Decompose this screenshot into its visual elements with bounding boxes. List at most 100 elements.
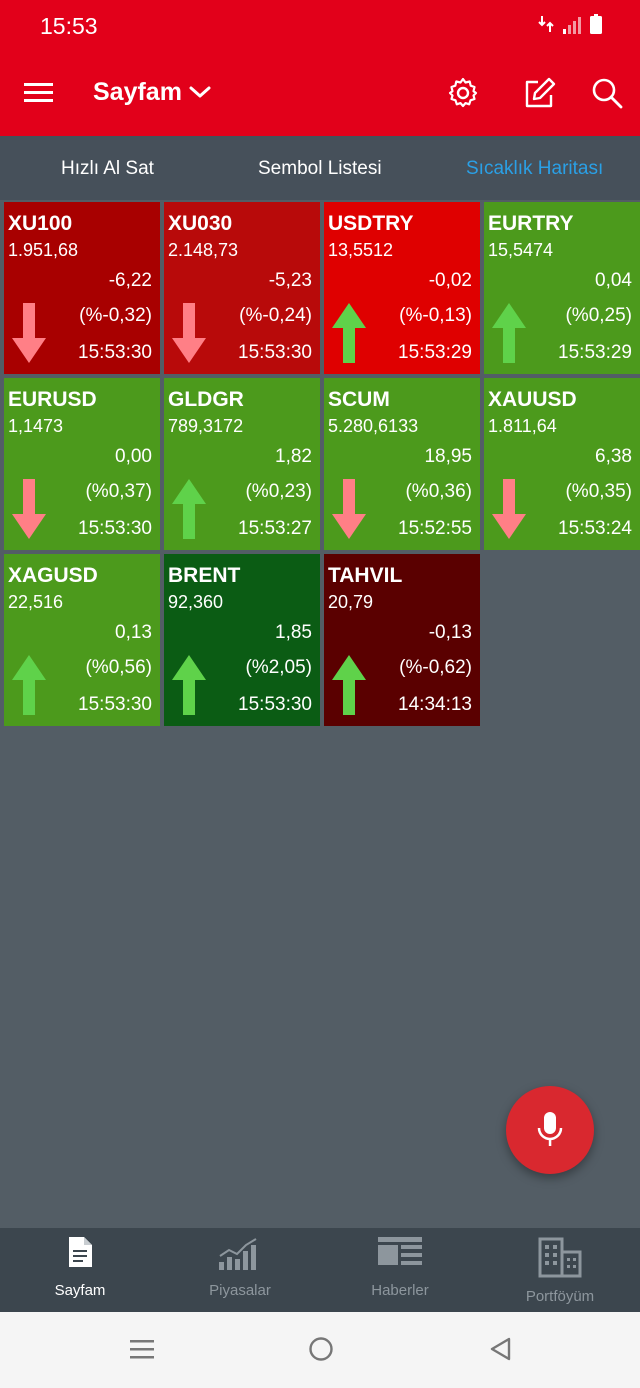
tile-symbol: GLDGR xyxy=(168,388,244,411)
tile-time: 15:53:30 xyxy=(238,694,312,715)
menu-button[interactable] xyxy=(24,80,54,106)
tile-percent: (%0,36) xyxy=(405,481,472,502)
tile-eurtry[interactable]: EURTRY 15,5474 0,04 (%0,25) 15:53:29 xyxy=(484,202,640,374)
tile-symbol: TAHVIL xyxy=(328,564,403,587)
chevron-down-icon[interactable] xyxy=(188,80,212,104)
tile-symbol: BRENT xyxy=(168,564,241,587)
tile-percent: (%0,35) xyxy=(565,481,632,502)
microphone-icon xyxy=(537,1112,563,1146)
arrow-up-icon xyxy=(12,655,46,715)
nav-label: Portföyüm xyxy=(525,1288,595,1305)
back-icon[interactable] xyxy=(488,1336,514,1362)
news-icon xyxy=(378,1237,422,1265)
tile-price: 5.280,6133 xyxy=(328,416,419,436)
tile-xu030[interactable]: XU030 2.148,73 -5,23 (%-0,24) 15:53:30 xyxy=(164,202,320,374)
tile-change: -0,13 xyxy=(428,622,472,643)
tile-price: 1.951,68 xyxy=(8,240,79,260)
bottom-nav: Sayfam Piyasalar Haberler Portföyüm xyxy=(0,1228,640,1312)
arrow-down-icon xyxy=(172,303,206,363)
recent-apps-icon[interactable] xyxy=(129,1336,155,1362)
edit-icon[interactable] xyxy=(522,76,556,110)
tile-symbol: EURUSD xyxy=(8,388,97,411)
tile-percent: (%0,37) xyxy=(85,481,152,502)
status-time: 15:53 xyxy=(40,13,98,39)
nav-portfoyum[interactable]: Portföyüm xyxy=(480,1228,640,1312)
tile-change: 0,04 xyxy=(595,270,632,291)
tile-xauusd[interactable]: XAUUSD 1.811,64 6,38 (%0,35) 15:53:24 xyxy=(484,378,640,550)
tile-symbol: XU100 xyxy=(8,212,73,235)
nav-label: Piyasalar xyxy=(209,1282,271,1299)
tile-price: 92,360 xyxy=(168,592,224,612)
tab-sembol-listesi[interactable]: Sembol Listesi xyxy=(258,158,382,180)
tile-price: 789,3172 xyxy=(168,416,244,436)
tile-percent: (%-0,32) xyxy=(79,305,152,326)
tile-time: 15:53:24 xyxy=(558,518,632,539)
tile-percent: (%-0,13) xyxy=(399,305,472,326)
nav-haberler[interactable]: Haberler xyxy=(320,1228,480,1312)
tile-percent: (%0,23) xyxy=(245,481,312,502)
tile-time: 15:53:27 xyxy=(238,518,312,539)
tile-time: 15:53:30 xyxy=(78,694,152,715)
tile-symbol: XAUUSD xyxy=(488,388,577,411)
tile-xu100[interactable]: XU100 1.951,68 -6,22 (%-0,32) 15:53:30 xyxy=(4,202,160,374)
tile-change: 1,82 xyxy=(275,446,312,467)
tile-price: 20,79 xyxy=(328,592,374,612)
tile-xagusd[interactable]: XAGUSD 22,516 0,13 (%0,56) 15:53:30 xyxy=(4,554,160,726)
tile-symbol: XU030 xyxy=(168,212,233,235)
nav-piyasalar[interactable]: Piyasalar xyxy=(160,1228,320,1312)
nav-sayfam[interactable]: Sayfam xyxy=(0,1228,160,1312)
tile-symbol: SCUM xyxy=(328,388,390,411)
arrow-up-icon xyxy=(332,655,366,715)
tab-bar: Hızlı Al Sat Sembol Listesi Sıcaklık Har… xyxy=(0,136,640,200)
tile-time: 15:53:29 xyxy=(558,342,632,363)
tile-time: 15:53:30 xyxy=(78,518,152,539)
tile-percent: (%0,25) xyxy=(565,305,632,326)
tile-symbol: EURTRY xyxy=(488,212,574,235)
page-title[interactable]: Sayfam xyxy=(93,78,182,107)
tab-sicaklik-haritasi[interactable]: Sıcaklık Haritası xyxy=(466,158,603,180)
data-transfer-icon xyxy=(538,16,554,32)
tile-gldgr[interactable]: GLDGR 789,3172 1,82 (%0,23) 15:53:27 xyxy=(164,378,320,550)
system-nav-bar xyxy=(0,1312,640,1388)
tile-price: 15,5474 xyxy=(488,240,554,260)
nav-label: Sayfam xyxy=(54,1282,106,1299)
tile-percent: (%0,56) xyxy=(85,657,152,678)
arrow-up-icon xyxy=(172,479,206,539)
tile-change: 0,13 xyxy=(115,622,152,643)
tile-time: 15:53:30 xyxy=(238,342,312,363)
battery-icon xyxy=(590,14,602,34)
tab-hizli-al-sat[interactable]: Hızlı Al Sat xyxy=(61,158,154,180)
tile-time: 15:53:29 xyxy=(398,342,472,363)
search-icon[interactable] xyxy=(590,76,624,110)
tile-scum[interactable]: SCUM 5.280,6133 18,95 (%0,36) 15:52:55 xyxy=(324,378,480,550)
home-icon[interactable] xyxy=(308,1336,334,1362)
document-icon xyxy=(69,1237,92,1267)
arrow-up-icon xyxy=(492,303,526,363)
arrow-down-icon xyxy=(12,479,46,539)
signal-icon xyxy=(563,17,581,34)
tile-symbol: USDTRY xyxy=(328,212,414,235)
tile-percent: (%-0,24) xyxy=(239,305,312,326)
voice-button[interactable] xyxy=(506,1086,594,1174)
tile-change: 1,85 xyxy=(275,622,312,643)
tile-price: 2.148,73 xyxy=(168,240,239,260)
arrow-up-icon xyxy=(172,655,206,715)
hamburger-icon xyxy=(24,83,53,102)
tile-change: -0,02 xyxy=(428,270,472,291)
chart-icon xyxy=(219,1238,257,1270)
gear-icon[interactable] xyxy=(446,76,480,110)
tile-eurusd[interactable]: EURUSD 1,1473 0,00 (%0,37) 15:53:30 xyxy=(4,378,160,550)
tile-percent: (%-0,62) xyxy=(399,657,472,678)
tile-change: 18,95 xyxy=(424,446,472,467)
tile-usdtry[interactable]: USDTRY 13,5512 -0,02 (%-0,13) 15:53:29 xyxy=(324,202,480,374)
buildings-icon xyxy=(538,1237,582,1278)
tile-change: -6,22 xyxy=(108,270,152,291)
status-icons xyxy=(538,14,602,34)
tile-price: 22,516 xyxy=(8,592,64,612)
tile-change: 6,38 xyxy=(595,446,632,467)
arrow-down-icon xyxy=(492,479,526,539)
tile-tahvil[interactable]: TAHVIL 20,79 -0,13 (%-0,62) 14:34:13 xyxy=(324,554,480,726)
tile-brent[interactable]: BRENT 92,360 1,85 (%2,05) 15:53:30 xyxy=(164,554,320,726)
tile-price: 1,1473 xyxy=(8,416,64,436)
app-header: 15:53 Sayfam xyxy=(0,0,640,136)
